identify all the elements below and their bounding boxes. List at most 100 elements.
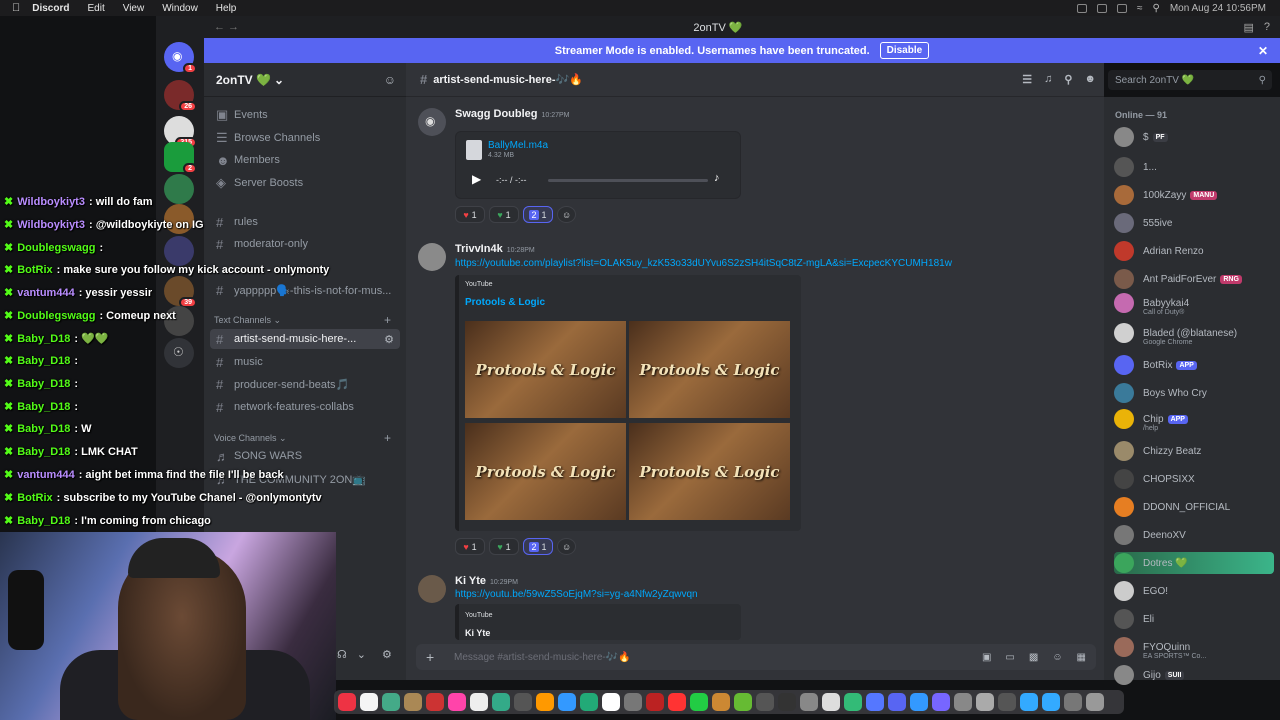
dock-app-icon[interactable] (602, 693, 620, 711)
reaction-green-heart[interactable]: ♥ 1 (489, 206, 519, 223)
member-item[interactable]: DDONN_OFFICIAL (1114, 496, 1230, 518)
add-reaction-icon[interactable]: ☺ (557, 538, 577, 555)
back-forward-icon[interactable]: ← → (214, 21, 239, 33)
member-item[interactable]: 555ive (1114, 212, 1172, 234)
embed-title[interactable]: Protools & Logic (465, 297, 545, 308)
add-friend-icon[interactable]: ☺ (384, 73, 396, 87)
apple-icon[interactable]:  (12, 2, 20, 14)
dock-app-icon[interactable] (360, 693, 378, 711)
status-icon[interactable] (1096, 3, 1107, 13)
search-input[interactable]: Search 2onTV 💚 ⚲ (1108, 70, 1272, 90)
gif-icon[interactable]: ▭ (1005, 652, 1014, 663)
dock-app-icon[interactable] (998, 693, 1016, 711)
channel-artist-send-music-here[interactable]: # artist-send-music-here-... ⚙ (210, 329, 400, 349)
server-icon[interactable]: 39 (164, 276, 197, 308)
member-list-icon[interactable]: ☻ (1084, 73, 1096, 86)
dock-app-icon[interactable] (1086, 693, 1104, 711)
menu-view[interactable]: View (123, 3, 145, 14)
dock-app-icon[interactable] (580, 693, 598, 711)
server-header[interactable]: 2onTV 💚 ⌄ ☺ (204, 63, 406, 97)
menu-help[interactable]: Help (216, 3, 237, 14)
dock-app-icon[interactable] (888, 693, 906, 711)
help-icon[interactable]: ? (1264, 21, 1270, 34)
dock-app-icon[interactable] (536, 693, 554, 711)
server-icon[interactable] (164, 236, 194, 266)
file-name[interactable]: BallyMel.m4a (488, 140, 548, 151)
status-icon[interactable] (1076, 3, 1087, 13)
dock-app-icon[interactable] (910, 693, 928, 711)
server-icon[interactable]: 26 (164, 80, 197, 112)
add-channel-icon[interactable]: + (384, 431, 391, 445)
headphones-icon[interactable]: ☊ (337, 648, 347, 661)
member-item[interactable]: BotRix APP (1114, 354, 1197, 376)
channel-moderator-only[interactable]: # moderator-only (210, 234, 400, 254)
embed-title[interactable]: Ki Yte (465, 628, 490, 638)
dock-app-icon[interactable] (382, 693, 400, 711)
bell-icon[interactable]: ♫ (1044, 73, 1052, 86)
reaction-heart[interactable]: ♥ 1 (455, 538, 485, 555)
member-item[interactable]: EGO! (1114, 580, 1168, 602)
dock-app-icon[interactable] (800, 693, 818, 711)
dock-app-icon[interactable] (976, 693, 994, 711)
play-icon[interactable]: ▶ (472, 172, 481, 186)
dock-app-icon[interactable] (624, 693, 642, 711)
chevron-down-icon[interactable]: ⌄ (357, 648, 366, 661)
dock-app-icon[interactable] (448, 693, 466, 711)
menubar-clock[interactable]: Mon Aug 24 10:56PM (1170, 3, 1266, 14)
disable-button[interactable]: Disable (879, 42, 930, 59)
channel-network-features-collabs[interactable]: # network-features-collabs (210, 397, 400, 417)
dock-app-icon[interactable] (558, 693, 576, 711)
member-item[interactable]: Dotres 💚 (1114, 552, 1274, 574)
dock-app-icon[interactable] (514, 693, 532, 711)
gear-icon[interactable]: ⚙ (384, 333, 394, 346)
message-link[interactable]: https://youtube.com/playlist?list=OLAK5u… (455, 258, 952, 269)
menubar-app-name[interactable]: Discord (32, 3, 69, 14)
embed-thumbnail[interactable]: Protools & Logic (629, 321, 790, 418)
server-icon-2ontv[interactable]: 2 (164, 142, 197, 174)
discover-icon[interactable]: ☉ (164, 338, 194, 368)
sidebar-item-events[interactable]: ▣ Events (210, 105, 400, 125)
member-item[interactable]: Boys Who Cry (1114, 382, 1207, 404)
audio-progress-bar[interactable] (548, 179, 708, 182)
member-item[interactable]: CHOPSIXX (1114, 468, 1195, 490)
gift-icon[interactable]: ▣ (982, 652, 991, 663)
member-item[interactable]: Gijo SUII (1114, 664, 1185, 686)
volume-icon[interactable]: ♪ (714, 172, 720, 184)
member-item[interactable]: $ PF (1114, 126, 1168, 148)
gear-icon[interactable]: ⚙ (382, 648, 392, 661)
dock-app-icon[interactable] (426, 693, 444, 711)
sidebar-item-server-boosts[interactable]: ◈ Server Boosts (210, 173, 400, 193)
category-text-channels[interactable]: Text Channels ⌄ (214, 315, 281, 326)
add-channel-icon[interactable]: + (384, 313, 391, 327)
sidebar-item-members[interactable]: ☻ Members (210, 150, 400, 170)
member-item[interactable]: DeenoXV (1114, 524, 1186, 546)
member-item[interactable]: 1... (1114, 156, 1157, 178)
message-author[interactable]: Swagg Doubleg 10:27PM (455, 108, 570, 120)
dock-app-icon[interactable] (734, 693, 752, 711)
apps-icon[interactable]: ▦ (1077, 652, 1086, 663)
dock-app-icon[interactable] (954, 693, 972, 711)
embed-thumbnail[interactable]: Protools & Logic (465, 423, 626, 520)
dock-app-icon[interactable] (338, 693, 356, 711)
avatar[interactable] (418, 243, 446, 271)
sticker-icon[interactable]: ▩ (1029, 652, 1038, 663)
member-item[interactable]: Ant PaidForEver RNG (1114, 268, 1242, 290)
dock-app-icon[interactable] (712, 693, 730, 711)
channel-music[interactable]: # music (210, 352, 400, 372)
category-voice-channels[interactable]: Voice Channels ⌄ (214, 433, 287, 444)
dock-app-icon[interactable] (1064, 693, 1082, 711)
message-input[interactable]: + Message #artist-send-music-here-🎶🔥 ▣ ▭… (416, 644, 1096, 670)
dock-app-icon[interactable] (756, 693, 774, 711)
discord-home-icon[interactable]: ◉ 1 (164, 42, 197, 74)
emoji-icon[interactable]: ☺ (1052, 652, 1062, 663)
member-item[interactable]: Eli (1114, 608, 1154, 630)
dock-app-icon[interactable] (492, 693, 510, 711)
dock-app-icon[interactable] (470, 693, 488, 711)
voice-channel-song-wars[interactable]: ♬ SONG WARS (210, 446, 400, 466)
dock-app-icon[interactable] (404, 693, 422, 711)
embed-thumbnail[interactable]: Protools & Logic (465, 321, 626, 418)
reaction-heart[interactable]: ♥ 1 (455, 206, 485, 223)
dock-app-icon[interactable] (690, 693, 708, 711)
threads-icon[interactable]: ☰ (1022, 73, 1032, 86)
status-icon[interactable] (1116, 3, 1127, 13)
